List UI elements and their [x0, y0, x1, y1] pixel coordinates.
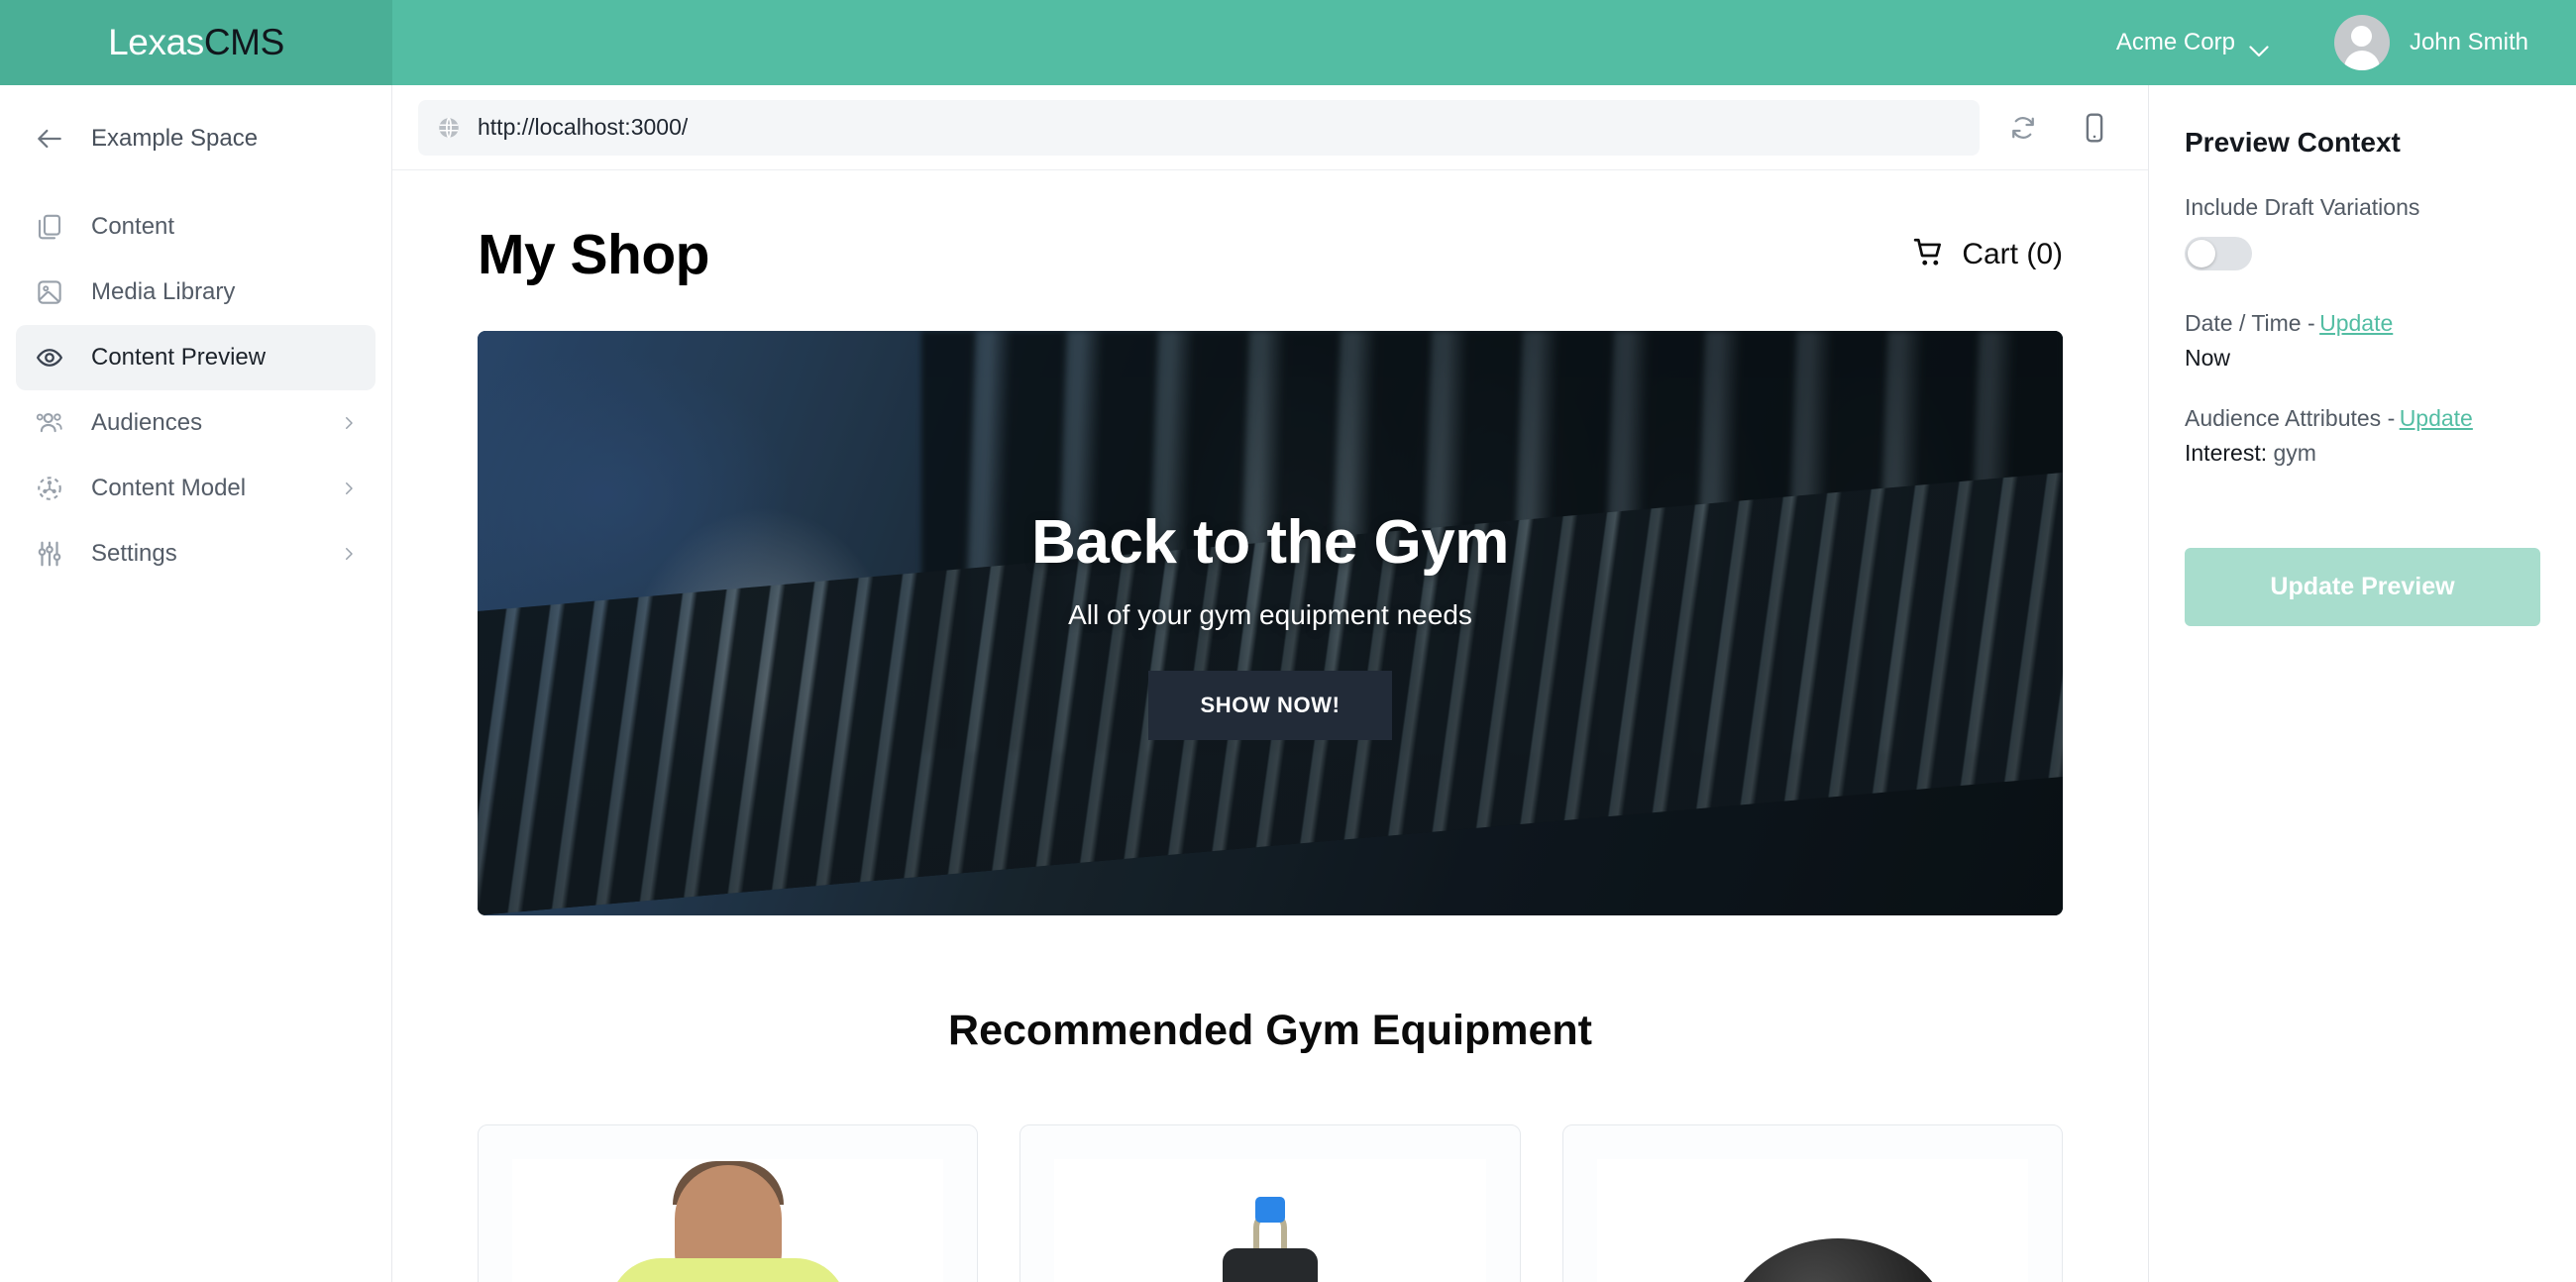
datetime-value: Now: [2185, 345, 2231, 371]
avatar-head: [2351, 26, 2373, 47]
chevron-right-icon: [340, 414, 358, 432]
reload-button[interactable]: [1997, 102, 2049, 154]
documents-icon: [34, 211, 65, 243]
url-input[interactable]: http://localhost:3000/: [418, 99, 1980, 156]
product-image-detail: [1222, 1248, 1318, 1282]
app-logo[interactable]: LexasCMS: [0, 0, 392, 85]
datetime-group: Date / Time - Update Now: [2185, 310, 2540, 372]
app-body: Example Space Content Media Library Cont…: [0, 85, 2576, 1282]
toggle-knob: [2188, 240, 2215, 267]
content-model-icon: [34, 473, 65, 504]
audience-label: Audience Attributes -: [2185, 405, 2396, 431]
datetime-row: Date / Time - Update: [2185, 310, 2540, 337]
preview-pane: http://localhost:3000/ My Shop Cart (0) …: [392, 85, 2148, 1282]
sidebar-item-label: Content Preview: [91, 344, 267, 371]
top-bar-actions: Acme Corp John Smith: [2102, 15, 2576, 70]
chevron-right-icon: [340, 480, 358, 497]
product-image-detail: [1254, 1197, 1285, 1223]
logo-text-secondary: CMS: [203, 22, 284, 62]
users-icon: [34, 407, 65, 439]
hero-cta-button[interactable]: SHOW NOW!: [1148, 670, 1392, 740]
cart-button[interactable]: Cart (0): [1912, 236, 2063, 274]
product-card[interactable]: [1020, 1124, 1521, 1282]
org-switcher-label: Acme Corp: [2115, 29, 2235, 55]
back-to-spaces[interactable]: Example Space: [0, 101, 391, 176]
url-text: http://localhost:3000/: [478, 114, 689, 140]
sidebar-item-settings[interactable]: Settings: [16, 521, 376, 587]
audience-value-row: Interest: gym: [2185, 440, 2540, 467]
audience-group: Audience Attributes - Update Interest: g…: [2185, 405, 2540, 467]
mobile-icon: [2086, 112, 2103, 143]
product-card[interactable]: [1561, 1124, 2063, 1282]
include-draft-toggle[interactable]: [2185, 237, 2252, 270]
refresh-icon: [2012, 116, 2034, 139]
user-name: John Smith: [2409, 29, 2528, 55]
audience-attribute-key: Interest:: [2185, 440, 2268, 466]
sidebar-item-label: Audiences: [91, 409, 203, 436]
datetime-label: Date / Time -: [2185, 310, 2315, 336]
preview-viewport[interactable]: My Shop Cart (0) Back to the Gym All of …: [392, 170, 2148, 1282]
audience-row: Audience Attributes - Update: [2185, 405, 2540, 432]
sidebar-item-media-library[interactable]: Media Library: [16, 260, 376, 325]
product-image: [1054, 1159, 1486, 1282]
app-root: LexasCMS Acme Corp John Smith Example Sp…: [0, 0, 2576, 1282]
product-card-list: [478, 1124, 2063, 1282]
cart-icon: [1912, 236, 1946, 274]
avatar-body: [2343, 51, 2380, 70]
user-menu[interactable]: John Smith: [2333, 15, 2528, 70]
sidebar-item-content[interactable]: Content: [16, 194, 376, 260]
sidebar-item-label: Media Library: [91, 278, 236, 305]
hero-banner: Back to the Gym All of your gym equipmen…: [478, 331, 2063, 915]
previewed-site: My Shop Cart (0) Back to the Gym All of …: [392, 170, 2148, 1282]
logo-text: LexasCMS: [108, 22, 284, 63]
chevron-down-icon: [2249, 37, 2269, 57]
cart-label: Cart (0): [1962, 238, 2063, 270]
audience-update-link[interactable]: Update: [2400, 405, 2473, 431]
update-preview-button[interactable]: Update Preview: [2185, 548, 2540, 626]
sliders-icon: [34, 538, 65, 570]
sidebar: Example Space Content Media Library Cont…: [0, 85, 392, 1282]
sidebar-item-label: Content: [91, 213, 175, 240]
globe-icon: [436, 115, 462, 141]
recommended-heading: Recommended Gym Equipment: [948, 1007, 1592, 1054]
device-toggle-button[interactable]: [2067, 100, 2122, 156]
sidebar-item-label: Settings: [91, 540, 177, 567]
product-image-detail: [608, 1258, 847, 1282]
audience-attribute-value: gym: [2273, 440, 2316, 466]
product-image-detail: [1724, 1238, 1953, 1282]
product-image: [512, 1159, 944, 1282]
avatar: [2333, 15, 2390, 70]
logo-text-primary: Lexas: [108, 22, 204, 62]
sidebar-item-content-model[interactable]: Content Model: [16, 456, 376, 521]
top-bar: LexasCMS Acme Corp John Smith: [0, 0, 2576, 85]
preview-url-bar: http://localhost:3000/: [392, 85, 2148, 170]
hero-content: Back to the Gym All of your gym equipmen…: [478, 331, 2063, 915]
sidebar-item-audiences[interactable]: Audiences: [16, 390, 376, 456]
hero-title: Back to the Gym: [1031, 507, 1509, 577]
preview-context-panel: Preview Context Include Draft Variations…: [2148, 85, 2576, 1282]
product-image: [1596, 1159, 2028, 1282]
sidebar-item-content-preview[interactable]: Content Preview: [16, 325, 376, 390]
product-card[interactable]: [478, 1124, 979, 1282]
hero-subtitle: All of your gym equipment needs: [1068, 598, 1472, 630]
sidebar-item-label: Content Model: [91, 475, 247, 501]
org-switcher[interactable]: Acme Corp: [2102, 21, 2283, 64]
space-name: Example Space: [91, 125, 259, 152]
image-icon: [34, 276, 65, 308]
panel-title: Preview Context: [2185, 127, 2401, 158]
eye-icon: [34, 342, 65, 374]
include-draft-label: Include Draft Variations: [2185, 194, 2420, 220]
page-title: My Shop: [478, 223, 710, 286]
datetime-update-link[interactable]: Update: [2319, 310, 2393, 336]
sidebar-nav: Content Media Library Content Preview Au…: [0, 194, 391, 587]
arrow-left-icon: [34, 123, 65, 155]
chevron-right-icon: [340, 545, 358, 563]
site-header: My Shop Cart (0): [478, 170, 2063, 331]
